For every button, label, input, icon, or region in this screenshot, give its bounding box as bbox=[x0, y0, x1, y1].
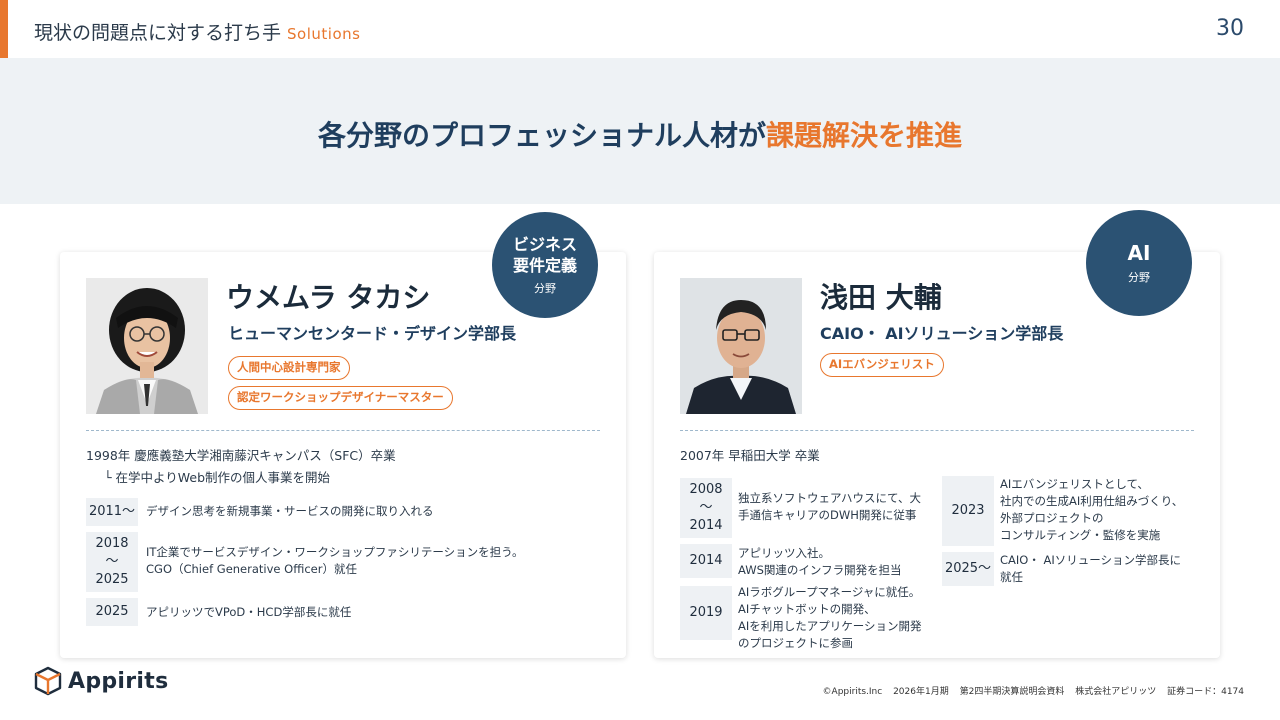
timeline-line: CAIO・ AIソリューション学部長に bbox=[1000, 553, 1182, 567]
header-accent-bar bbox=[0, 0, 8, 58]
timeline-line: 就任 bbox=[1000, 570, 1023, 584]
timeline-description: デザイン思考を新規事業・サービスの開発に取り入れる bbox=[146, 503, 434, 520]
cube-logo-icon bbox=[34, 666, 62, 696]
timeline-line: AIエバンジェリストとして、 bbox=[1000, 477, 1149, 491]
education: 1998年 慶應義塾大学湘南藤沢キャンパス（SFC）卒業 bbox=[86, 448, 396, 463]
timeline-line: のプロジェクトに参画 bbox=[738, 636, 853, 650]
timeline-year: 2018 〜 2025 bbox=[86, 532, 138, 592]
logo-wordmark: Appirits bbox=[68, 668, 169, 694]
timeline-year-text: 2025 bbox=[95, 604, 129, 619]
timeline-year: 2008 〜 2014 bbox=[680, 478, 732, 538]
timeline-description: AIエバンジェリストとして、 社内での生成AI利用仕組みづくり、 外部プロジェク… bbox=[1000, 476, 1183, 544]
headline: 各分野のプロフェッショナル人材が課題解決を推進 bbox=[0, 114, 1280, 154]
page-number: 30 bbox=[1216, 16, 1244, 41]
expertise-tag: 認定ワークショップデザイナーマスター bbox=[228, 386, 453, 410]
field-badge-ai: AI 分野 bbox=[1086, 210, 1192, 316]
footer-company: 株式会社アピリッツ bbox=[1075, 687, 1157, 697]
badge-sub: 分野 bbox=[534, 282, 556, 295]
headline-main: 各分野のプロフェッショナル人材が bbox=[317, 119, 766, 152]
badge-label: AI bbox=[1127, 241, 1151, 265]
timeline-year-text: 〜 bbox=[699, 500, 713, 515]
profile-photo-asada bbox=[680, 278, 802, 414]
badge-label: ビジネス bbox=[512, 235, 577, 254]
expertise-tag: 人間中心設計専門家 bbox=[228, 356, 350, 380]
footer-period: 2026年1月期 bbox=[893, 687, 949, 697]
timeline-year-text: 2014 bbox=[689, 553, 723, 568]
timeline-description: アピリッツ入社。 AWS関連のインフラ開発を担当 bbox=[738, 545, 902, 579]
profile-role: ヒューマンセンタード・デザイン学部長 bbox=[228, 324, 517, 343]
footer-document: 第2四半期決算説明会資料 bbox=[959, 687, 1065, 697]
footer-info: ©Appirits.Inc 2026年1月期 第2四半期決算説明会資料 株式会社… bbox=[815, 684, 1244, 697]
timeline-year-text: 2014 bbox=[689, 518, 723, 533]
badge-sub: 分野 bbox=[1128, 271, 1150, 284]
timeline-year-text: 2008 bbox=[689, 482, 723, 497]
timeline-line: 外部プロジェクトの bbox=[1000, 511, 1104, 525]
timeline-line: AIラボグループマネージャに就任。 bbox=[738, 585, 921, 599]
headline-highlight: 課題解決を推進 bbox=[766, 119, 963, 152]
timeline-line: デザイン思考を新規事業・サービスの開発に取り入れる bbox=[146, 504, 434, 518]
expertise-tag: AIエバンジェリスト bbox=[820, 353, 944, 377]
timeline-description: AIラボグループマネージャに就任。 AIチャットボットの開発、 AIを利用したア… bbox=[738, 584, 922, 652]
timeline-year-text: 2025〜 bbox=[944, 561, 992, 576]
timeline-year-text: 2019 bbox=[689, 605, 723, 620]
appirits-logo: Appirits bbox=[34, 666, 168, 696]
timeline-line: 独立系ソフトウェアハウスにて、大 bbox=[738, 491, 921, 505]
timeline-description: 独立系ソフトウェアハウスにて、大 手通信キャリアのDWH開発に従事 bbox=[738, 490, 921, 524]
timeline-line: AIを利用したアプリケーション開発 bbox=[738, 619, 922, 633]
timeline-line: AWS関連のインフラ開発を担当 bbox=[738, 563, 902, 577]
timeline-year: 2025 bbox=[86, 598, 138, 626]
timeline-line: 手通信キャリアのDWH開発に従事 bbox=[738, 508, 917, 522]
timeline-line: IT企業でサービスデザイン・ワークショップファシリテーションを担う。 bbox=[146, 545, 524, 559]
timeline-year: 2019 bbox=[680, 586, 732, 640]
timeline-line: AIチャットボットの開発、 bbox=[738, 602, 876, 616]
timeline-year-text: 2011〜 bbox=[88, 504, 136, 519]
timeline-description: IT企業でサービスデザイン・ワークショップファシリテーションを担う。 CGO（C… bbox=[146, 544, 524, 578]
page-subtitle: Solutions bbox=[287, 25, 361, 43]
timeline-year: 2014 bbox=[680, 544, 732, 578]
timeline-year: 2023 bbox=[942, 476, 994, 546]
section-divider bbox=[86, 430, 600, 431]
timeline-line: コンサルティング・監修を実施 bbox=[1000, 528, 1161, 542]
footer-copyright: ©Appirits.Inc bbox=[822, 687, 883, 697]
footer-stock-code: 証券コード：4174 bbox=[1167, 687, 1244, 697]
badge-label: 要件定義 bbox=[512, 256, 577, 275]
timeline-year-text: 〜 bbox=[105, 554, 119, 569]
timeline-year: 2025〜 bbox=[942, 552, 994, 586]
field-badge-business: ビジネス 要件定義 分野 bbox=[492, 212, 598, 318]
timeline-description: アピリッツでVPoD・HCD学部長に就任 bbox=[146, 604, 351, 621]
timeline-year-text: 2018 bbox=[95, 536, 129, 551]
timeline-line: アピリッツでVPoD・HCD学部長に就任 bbox=[146, 605, 352, 619]
profile-photo-umemura bbox=[86, 278, 208, 414]
timeline-line: アピリッツ入社。 bbox=[738, 546, 830, 560]
profile-name: 浅田 大輔 bbox=[820, 281, 942, 314]
timeline-year: 2011〜 bbox=[86, 498, 138, 526]
page-title: 現状の問題点に対する打ち手 Solutions bbox=[34, 18, 360, 45]
timeline-line: CGO（Chief Generative Officer）就任 bbox=[146, 562, 357, 576]
timeline-line: 社内での生成AI利用仕組みづくり、 bbox=[1000, 494, 1184, 508]
education-note: └ 在学中よりWeb制作の個人事業を開始 bbox=[104, 470, 331, 485]
timeline-description: CAIO・ AIソリューション学部長に 就任 bbox=[1000, 552, 1181, 586]
profile-name: ウメムラ タカシ bbox=[226, 281, 431, 314]
section-divider bbox=[680, 430, 1194, 431]
timeline-year-text: 2023 bbox=[951, 503, 985, 518]
timeline-year-text: 2025 bbox=[95, 572, 129, 587]
education: 2007年 早稲田大学 卒業 bbox=[680, 448, 820, 463]
profile-role: CAIO・ AIソリューション学部長 bbox=[820, 324, 1064, 343]
page-title-text: 現状の問題点に対する打ち手 bbox=[34, 22, 282, 44]
